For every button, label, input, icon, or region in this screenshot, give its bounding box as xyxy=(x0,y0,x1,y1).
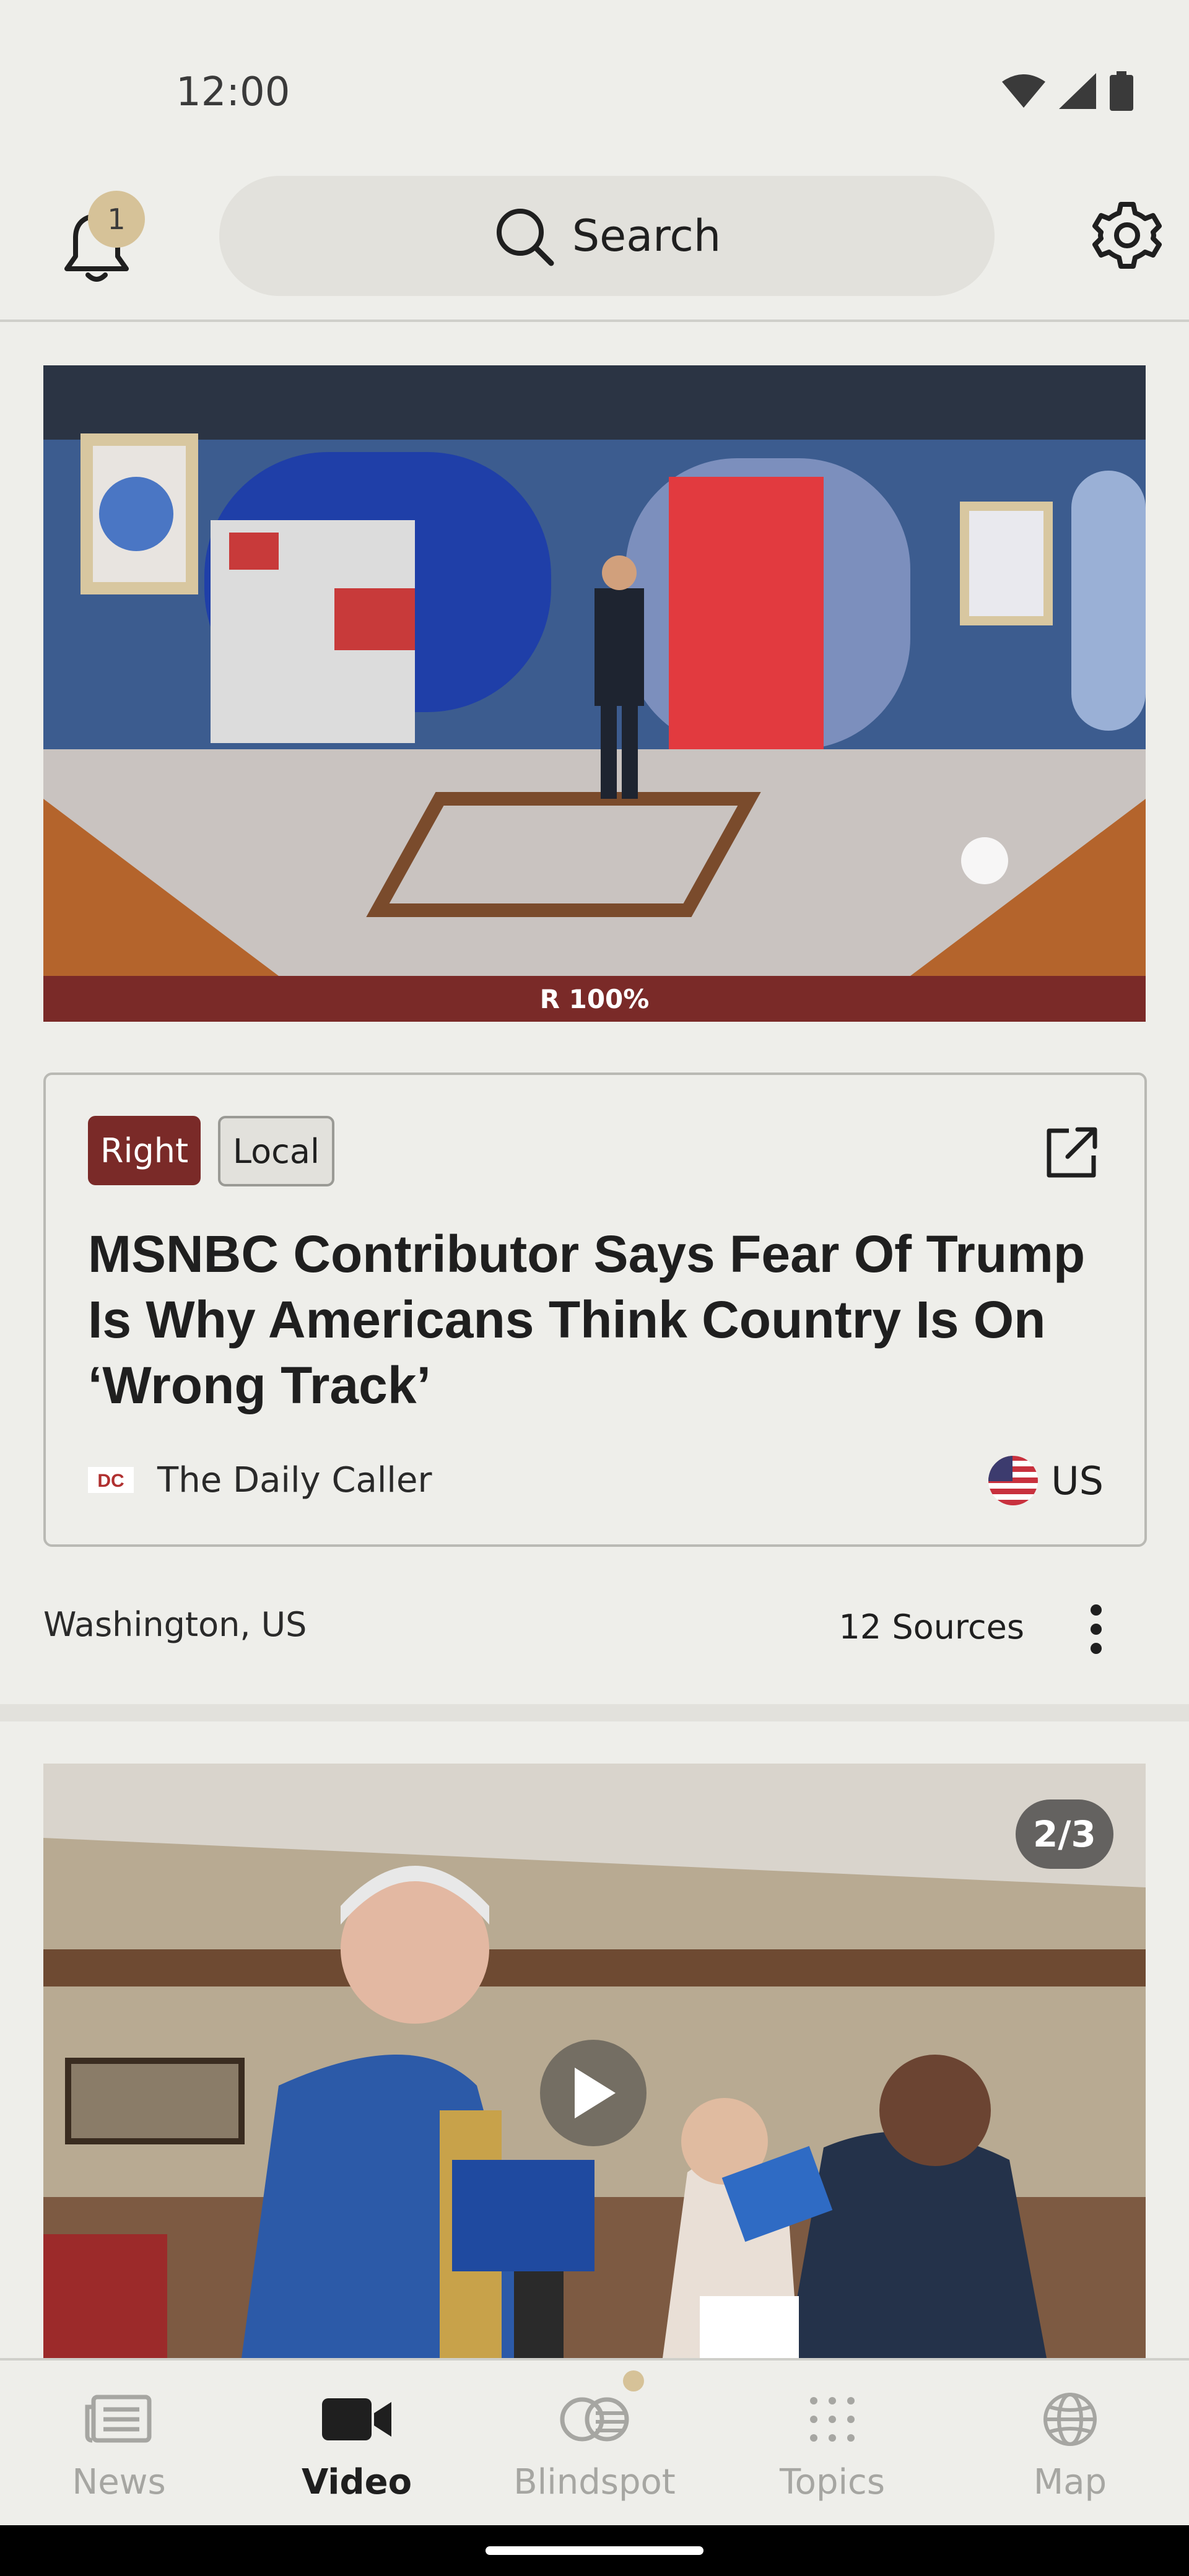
bottom-navigation: News Video Blindspot Topics Map xyxy=(0,2358,1189,2528)
media-pager: 2/3 xyxy=(1016,1799,1113,1869)
status-time: 12:00 xyxy=(176,69,290,115)
settings-button[interactable] xyxy=(1091,199,1163,271)
app-screen: 12:00 1 Search R 100% Right Local MSNBC … xyxy=(0,0,1189,2576)
bias-tag: Right xyxy=(88,1116,201,1185)
blindspot-icon xyxy=(557,2385,632,2453)
nav-news[interactable]: News xyxy=(26,2385,212,2515)
source-logo-text: DC xyxy=(97,1471,124,1491)
play-button[interactable] xyxy=(540,2040,647,2146)
cellular-signal-icon xyxy=(1059,73,1096,109)
battery-icon xyxy=(1110,71,1133,111)
top-bar: 1 Search xyxy=(0,167,1189,322)
status-icons xyxy=(1002,71,1133,111)
nav-map[interactable]: Map xyxy=(977,2385,1163,2515)
nav-topics-label: Topics xyxy=(779,2462,886,2502)
open-external-button[interactable] xyxy=(1042,1123,1101,1183)
studio-scene-image xyxy=(43,365,1146,976)
nav-blindspot-label: Blindspot xyxy=(513,2462,676,2502)
bias-distribution-bar: R 100% xyxy=(43,976,1146,1022)
news-icon xyxy=(85,2385,153,2453)
blindspot-notification-dot xyxy=(623,2370,644,2391)
search-bar[interactable]: Search xyxy=(219,176,995,296)
nav-map-label: Map xyxy=(1033,2462,1107,2502)
source-row: DC The Daily Caller xyxy=(88,1449,432,1511)
nav-topics[interactable]: Topics xyxy=(739,2385,925,2515)
feed-divider xyxy=(0,1704,1189,1721)
video-icon xyxy=(321,2385,393,2453)
home-gesture-handle[interactable] xyxy=(486,2546,703,2555)
country-code: US xyxy=(1051,1458,1104,1503)
gear-icon xyxy=(1092,202,1162,269)
more-options-button[interactable] xyxy=(1078,1601,1115,1657)
status-bar: 12:00 xyxy=(0,0,1189,167)
nav-news-label: News xyxy=(72,2462,166,2502)
story-card[interactable]: Right Local MSNBC Contributor Says Fear … xyxy=(43,1073,1147,1547)
nav-blindspot[interactable]: Blindspot xyxy=(502,2385,687,2515)
globe-icon xyxy=(1042,2385,1098,2453)
sources-count[interactable]: 12 Sources xyxy=(839,1608,1024,1647)
source-name: The Daily Caller xyxy=(157,1460,432,1500)
country-indicator: US xyxy=(988,1455,1104,1506)
story-location: Washington, US xyxy=(43,1605,307,1644)
story-video-thumbnail[interactable] xyxy=(43,365,1146,976)
external-link-icon xyxy=(1047,1127,1097,1178)
story-meta-row: Washington, US 12 Sources xyxy=(43,1601,1146,1657)
search-icon xyxy=(496,209,554,266)
source-logo: DC xyxy=(88,1457,134,1503)
locality-tag: Local xyxy=(218,1116,334,1186)
topics-icon xyxy=(808,2385,857,2453)
more-vertical-icon xyxy=(1091,1604,1102,1654)
story-headline[interactable]: MSNBC Contributor Says Fear Of Trump Is … xyxy=(88,1221,1091,1418)
play-icon xyxy=(575,2068,616,2118)
us-flag-icon xyxy=(988,1456,1039,1505)
nav-video[interactable]: Video xyxy=(264,2385,450,2515)
notification-badge: 1 xyxy=(88,191,145,248)
search-label: Search xyxy=(572,211,721,261)
wifi-icon xyxy=(1002,74,1045,108)
nav-video-label: Video xyxy=(301,2462,412,2502)
